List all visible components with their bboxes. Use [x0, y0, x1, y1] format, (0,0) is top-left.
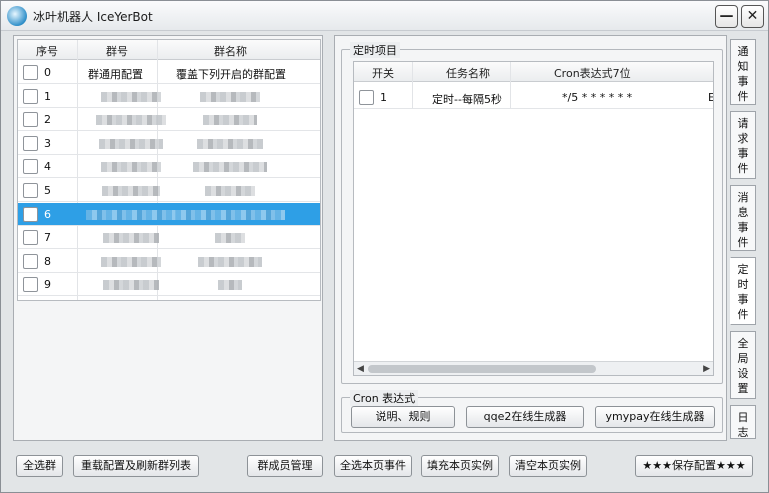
group-row[interactable]: 5	[18, 179, 320, 202]
group-row[interactable]: 8	[18, 250, 320, 273]
header-cron: Cron表达式7位	[554, 67, 631, 80]
scheduled-table: 开关 任务名称 Cron表达式7位 1 定时--每隔5秒 */5 * * * *…	[353, 61, 714, 376]
group-checkbox[interactable]	[23, 65, 38, 80]
cron-rules-button[interactable]: 说明、规则	[351, 406, 455, 428]
side-tab-2[interactable]: 消 息 事 件	[730, 185, 756, 251]
group-row[interactable]: 3	[18, 132, 320, 155]
group-row[interactable]: 7	[18, 226, 320, 250]
app-logo-icon	[7, 6, 27, 26]
group-checkbox[interactable]	[23, 277, 38, 293]
side-tab-0[interactable]: 通 知 事 件	[730, 39, 756, 105]
group-id-redacted	[103, 280, 159, 291]
task-index: 1	[380, 91, 387, 104]
side-tab-1[interactable]: 请 求 事 件	[730, 111, 756, 179]
group-index: 6	[44, 207, 51, 221]
group-checkbox[interactable]	[23, 88, 38, 104]
qqe2-generator-button[interactable]: qqe2在线生成器	[466, 406, 584, 428]
task-name: 定时--每隔5秒	[432, 93, 502, 106]
group-name-redacted	[205, 186, 255, 196]
reload-config-button[interactable]: 重载配置及刷新群列表	[73, 455, 199, 477]
cron-title: Cron 表达式	[350, 390, 419, 406]
group-index: 4	[44, 160, 51, 174]
close-button[interactable]: ✕	[741, 5, 764, 28]
group-index: 9	[44, 278, 51, 292]
scroll-right-icon[interactable]: ▶	[703, 364, 710, 374]
group-id: 群通用配置	[88, 68, 143, 81]
task-trailing: E	[708, 91, 713, 104]
side-tab-4[interactable]: 全 局 设 置	[730, 331, 756, 399]
group-id-redacted	[102, 186, 160, 196]
scheduled-row[interactable]: 1 定时--每隔5秒 */5 * * * * * * E	[354, 86, 713, 109]
member-manage-button[interactable]: 群成员管理	[247, 455, 323, 477]
group-name-redacted	[198, 256, 262, 267]
group-name: 覆盖下列开启的群配置	[176, 68, 286, 81]
group-name-redacted	[200, 91, 260, 102]
header-switch: 开关	[372, 67, 394, 80]
group-checkbox[interactable]	[23, 159, 38, 175]
group-id-redacted	[101, 256, 161, 267]
group-index: 8	[44, 254, 51, 268]
group-checkbox[interactable]	[23, 183, 38, 198]
group-id-redacted	[103, 233, 159, 244]
clear-page-instances-button[interactable]: 清空本页实例	[509, 455, 587, 477]
group-checkbox[interactable]	[23, 135, 38, 151]
horizontal-scrollbar[interactable]: ◀ ▶	[354, 361, 713, 375]
group-id-redacted	[101, 91, 161, 102]
group-name-redacted	[197, 138, 263, 149]
scheduled-title: 定时项目	[350, 42, 400, 58]
task-checkbox[interactable]	[359, 90, 374, 105]
group-row[interactable]: 9	[18, 273, 320, 297]
group-name-redacted	[193, 162, 267, 173]
scheduled-table-header: 开关 任务名称 Cron表达式7位	[354, 62, 713, 82]
group-name-redacted	[203, 115, 257, 126]
header-group-id: 群号	[106, 45, 128, 58]
task-cron: */5 * * * * * *	[562, 91, 633, 104]
scroll-left-icon[interactable]: ◀	[357, 364, 364, 374]
header-group-name: 群名称	[214, 45, 247, 58]
group-table: 序号 群号 群名称 0 群通用配置 覆盖下列开启的群配置 1 2 3 4 5 6 7 8 9	[17, 39, 321, 301]
group-index: 7	[44, 231, 51, 245]
group-index: 3	[44, 136, 51, 150]
group-checkbox[interactable]	[23, 112, 38, 128]
group-index: 1	[44, 89, 51, 103]
group-checkbox[interactable]	[23, 253, 38, 269]
ymypay-generator-button[interactable]: ymypay在线生成器	[595, 406, 715, 428]
header-index: 序号	[36, 45, 58, 58]
fill-page-instances-button[interactable]: 填充本页实例	[421, 455, 499, 477]
select-all-groups-button[interactable]: 全选群	[16, 455, 63, 477]
group-name-redacted	[175, 209, 285, 220]
group-id-redacted	[101, 162, 161, 173]
group-row[interactable]: 1	[18, 85, 320, 108]
group-row[interactable]: 6	[18, 202, 320, 226]
window-title: 冰叶机器人 IceYerBot	[33, 10, 153, 24]
group-row[interactable]: 2	[18, 108, 320, 132]
group-row[interactable]: 4	[18, 155, 320, 179]
main-window: 冰叶机器人 IceYerBot — ✕ 序号 群号 群名称 0 群通用配置 覆盖下列…	[0, 0, 769, 493]
group-checkbox[interactable]	[23, 230, 38, 246]
group-index: 5	[44, 184, 51, 197]
group-table-header: 序号 群号 群名称	[18, 40, 320, 60]
group-checkbox[interactable]	[23, 206, 38, 222]
title-bar[interactable]: 冰叶机器人 IceYerBot — ✕	[1, 1, 768, 31]
header-task-name: 任务名称	[446, 67, 490, 80]
save-config-button[interactable]: ★★★保存配置★★★	[635, 455, 753, 477]
group-id-redacted	[96, 115, 166, 126]
group-row[interactable]: 0 群通用配置 覆盖下列开启的群配置	[18, 61, 320, 84]
group-index: 0	[44, 66, 51, 79]
group-name-redacted	[218, 280, 242, 291]
select-page-events-button[interactable]: 全选本页事件	[334, 455, 412, 477]
side-tab-5[interactable]: 日 志	[730, 405, 756, 439]
minimize-button[interactable]: —	[715, 5, 738, 28]
group-index: 2	[44, 113, 51, 127]
group-name-redacted	[215, 233, 245, 244]
group-id-redacted	[99, 138, 163, 149]
group-id-redacted	[86, 209, 176, 220]
scrollbar-thumb[interactable]	[368, 365, 596, 373]
side-tab-3[interactable]: 定 时 事 件	[730, 257, 756, 325]
